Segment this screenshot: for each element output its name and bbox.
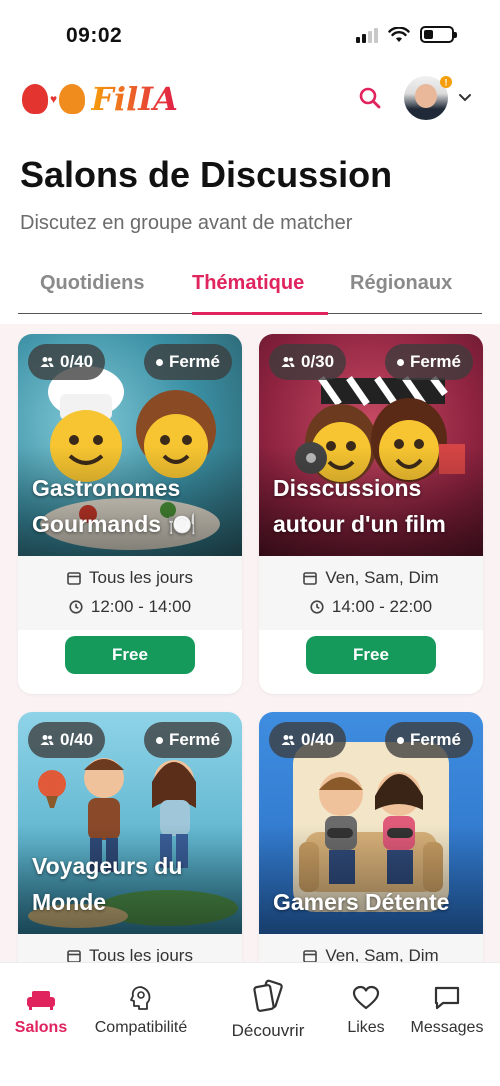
participants-count: 0/30 <box>301 352 335 371</box>
room-title: Voyageurs du Monde <box>32 853 183 915</box>
rooms-grid: 0/40 Fermé Gastronomes Gourmands 🍽️ Tous… <box>0 324 500 1072</box>
users-icon <box>40 357 54 367</box>
status-badge: Fermé <box>143 344 232 380</box>
calendar-icon <box>303 950 318 963</box>
schedule-hours: 14:00 - 22:00 <box>259 597 483 617</box>
sofa-icon <box>27 991 55 1010</box>
chat-icon <box>434 986 460 1010</box>
participants-count: 0/40 <box>60 730 94 749</box>
participants-badge: 0/40 <box>269 722 347 758</box>
logo-heads-icon: ♥ <box>22 84 86 114</box>
logo-text: FilIA <box>91 80 178 118</box>
room-card[interactable]: 0/40 Fermé Gastronomes Gourmands 🍽️ Tous… <box>18 334 242 694</box>
page-subtitle: Discutez en groupe avant de matcher <box>20 212 353 234</box>
nav-label: Likes <box>347 1019 385 1036</box>
nav-decouvrir[interactable]: Découvrir <box>222 963 314 1086</box>
room-title: Gamers Détente <box>273 889 450 915</box>
calendar-icon <box>67 572 81 585</box>
clock-icon <box>69 600 83 614</box>
nav-likes[interactable]: Likes <box>336 963 396 1086</box>
schedule-hours: 12:00 - 14:00 <box>18 597 242 617</box>
participants-count: 0/40 <box>301 730 335 749</box>
participants-badge: 0/30 <box>269 344 347 380</box>
clock-icon <box>310 600 324 614</box>
schedule-days: Ven, Sam, Dim <box>259 568 483 588</box>
nav-salons[interactable]: Salons <box>8 963 74 1086</box>
room-image: 0/40 Fermé Gastronomes Gourmands 🍽️ <box>18 334 242 556</box>
status-label: Fermé <box>168 730 220 749</box>
nav-messages[interactable]: Messages <box>406 963 488 1086</box>
search-button[interactable] <box>356 84 384 112</box>
tab-thematique[interactable]: Thématique <box>192 272 324 295</box>
nav-label: Messages <box>410 1019 484 1036</box>
room-card[interactable]: 0/30 Fermé Disscussions autour d'un film… <box>259 334 483 694</box>
search-icon <box>359 87 381 109</box>
status-icons <box>356 26 457 43</box>
status-label: Fermé <box>168 352 220 371</box>
schedule-hours-label: 12:00 - 14:00 <box>90 597 192 616</box>
status-bar: 09:02 <box>0 0 500 70</box>
page-title: Salons de Discussion <box>20 154 393 195</box>
users-icon <box>281 735 295 745</box>
notification-badge: ! <box>440 76 452 88</box>
profile-menu[interactable] <box>404 76 472 120</box>
room-image: 0/30 Fermé Disscussions autour d'un film <box>259 334 483 556</box>
wifi-icon <box>388 26 410 42</box>
cellular-signal-icon <box>356 27 378 43</box>
schedule-hours-label: 14:00 - 22:00 <box>331 597 433 616</box>
status-label: Fermé <box>409 730 461 749</box>
free-button[interactable]: Free <box>65 636 195 674</box>
tab-bar: Quotidiens Thématique Régionaux <box>18 262 482 315</box>
nav-label: Compatibilité <box>94 1019 188 1036</box>
tab-regionaux[interactable]: Régionaux <box>350 272 452 295</box>
active-tab-indicator <box>192 312 328 315</box>
brain-head-icon <box>130 986 151 1010</box>
room-schedule: Ven, Sam, Dim 14:00 - 22:00 <box>259 556 483 630</box>
room-title: Gastronomes Gourmands 🍽️ <box>32 475 197 537</box>
cards-icon <box>253 979 283 1012</box>
notification-badge-text: ! <box>445 78 448 88</box>
room-schedule: Tous les jours 12:00 - 14:00 <box>18 556 242 630</box>
heart-icon <box>352 985 380 1010</box>
users-icon <box>281 357 295 367</box>
status-label: Fermé <box>409 352 461 371</box>
calendar-icon <box>67 950 81 963</box>
room-image: 0/40 Fermé Voyageurs du Monde <box>18 712 242 934</box>
room-image: 0/40 Fermé Gamers Détente <box>259 712 483 934</box>
room-title: Disscussions autour d'un film <box>273 475 446 537</box>
app-logo[interactable]: ♥ FilIA <box>22 80 178 118</box>
nav-label: Salons <box>14 1019 68 1036</box>
participants-count: 0/40 <box>60 352 94 371</box>
schedule-days-label: Tous les jours <box>89 568 193 587</box>
free-button[interactable]: Free <box>306 636 436 674</box>
status-time: 09:02 <box>66 24 123 47</box>
schedule-days: Tous les jours <box>18 568 242 588</box>
status-badge: Fermé <box>384 344 473 380</box>
calendar-icon <box>303 572 318 585</box>
status-badge: Fermé <box>143 722 232 758</box>
bottom-navigation: Salons Compatibilité Découvrir Likes Mes… <box>0 962 500 1086</box>
chevron-down-icon <box>459 94 471 102</box>
nav-label: Découvrir <box>231 1021 305 1040</box>
status-badge: Fermé <box>384 722 473 758</box>
users-icon <box>40 735 54 745</box>
participants-badge: 0/40 <box>28 344 106 380</box>
tab-quotidiens[interactable]: Quotidiens <box>40 272 144 295</box>
app-header: ♥ FilIA <box>0 70 500 130</box>
battery-icon <box>420 26 457 43</box>
schedule-days-label: Ven, Sam, Dim <box>325 568 439 587</box>
participants-badge: 0/40 <box>28 722 106 758</box>
nav-compatibilite[interactable]: Compatibilité <box>88 963 194 1086</box>
